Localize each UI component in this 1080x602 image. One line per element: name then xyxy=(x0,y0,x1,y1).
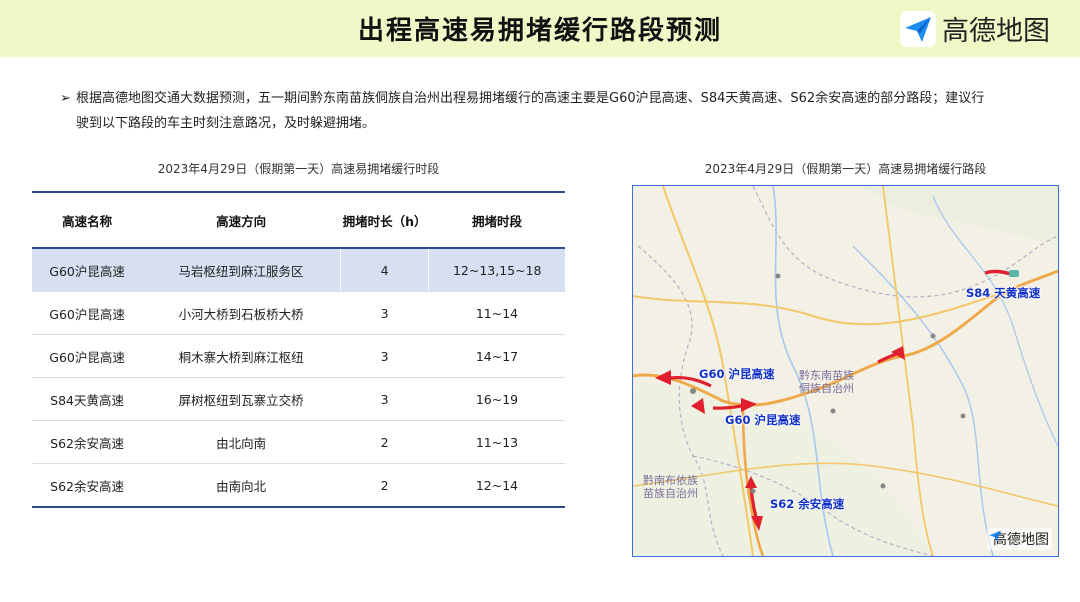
cell-hours: 2 xyxy=(340,420,429,464)
table-row: S84天黄高速 屏树枢纽到瓦寨立交桥 3 16~19 xyxy=(32,377,565,421)
cell-name: S62余安高速 xyxy=(32,420,143,464)
table-row: G60沪昆高速 小河大桥到石板桥大桥 3 11~14 xyxy=(32,291,565,335)
town-dot xyxy=(930,333,936,339)
label-s84: S84 天黄高速 xyxy=(966,286,1041,300)
intro-line-1: ➢ 根据高德地图交通大数据预测，五一期间黔东南苗族侗族自治州出程易拥堵缓行的高速主… xyxy=(60,86,1040,111)
region-name-line: 侗族自治州 xyxy=(799,382,854,395)
table-row: G60沪昆高速 桐木寨大桥到麻江枢纽 3 14~17 xyxy=(32,334,565,378)
town-dot xyxy=(830,408,836,414)
col-header-period: 拥堵时段 xyxy=(428,191,565,249)
cell-period: 12~13,15~18 xyxy=(428,248,565,292)
cell-period: 11~14 xyxy=(428,291,565,335)
cell-hours: 3 xyxy=(340,291,429,335)
cell-direction: 小河大桥到石板桥大桥 xyxy=(142,291,341,335)
col-header-name: 高速名称 xyxy=(32,191,143,249)
label-s62: S62 余安高速 xyxy=(770,497,845,511)
intro-text-1: 根据高德地图交通大数据预测，五一期间黔东南苗族侗族自治州出程易拥堵缓行的高速主要… xyxy=(76,91,985,106)
cell-direction: 由南向北 xyxy=(142,463,341,508)
table-caption: 2023年4月29日（假期第一天）高速易拥堵缓行时段 xyxy=(157,162,440,176)
table-row: G60沪昆高速 马岩枢纽到麻江服务区 4 12~13,15~18 xyxy=(32,248,565,292)
cell-hours: 2 xyxy=(340,463,429,508)
region-name-qiandongnan: 黔东南苗族 侗族自治州 xyxy=(799,369,854,395)
cell-period: 14~17 xyxy=(428,334,565,378)
header-band: 出程高速易拥堵缓行路段预测 高德地图 xyxy=(0,0,1080,57)
cell-direction: 马岩枢纽到麻江服务区 xyxy=(142,248,341,292)
cell-name: G60沪昆高速 xyxy=(32,334,143,378)
destination-marker xyxy=(1009,270,1019,277)
cell-direction: 屏树枢纽到瓦寨立交桥 xyxy=(142,377,341,421)
region-name-qiannan: 黔南布依族 苗族自治州 xyxy=(643,474,698,500)
region-name-line: 黔东南苗族 xyxy=(799,369,854,382)
town-dot xyxy=(775,273,781,279)
map-watermark: 高德地图 xyxy=(987,528,1052,550)
town-dot xyxy=(880,483,886,489)
amap-logo-icon xyxy=(900,10,936,47)
table-row: S62余安高速 由南向北 2 12~14 xyxy=(32,463,565,508)
cell-direction: 桐木寨大桥到麻江枢纽 xyxy=(142,334,341,378)
region-name-line: 黔南布依族 xyxy=(643,474,698,487)
town-dot xyxy=(960,413,966,419)
col-header-hours: 拥堵时长（h） xyxy=(340,191,429,249)
brand-logo: 高德地图 xyxy=(900,9,1050,48)
cell-hours: 3 xyxy=(340,334,429,378)
col-header-direction: 高速方向 xyxy=(142,191,341,249)
table-row: S62余安高速 由北向南 2 11~13 xyxy=(32,420,565,464)
brand-name: 高德地图 xyxy=(942,16,1050,47)
cell-period: 16~19 xyxy=(428,377,565,421)
cell-period: 11~13 xyxy=(428,420,565,464)
cell-direction: 由北向南 xyxy=(142,420,341,464)
intro-text-2: 驶到以下路段的车主时刻注意路况，及时躲避拥堵。 xyxy=(76,116,376,131)
congestion-table: 高速名称 高速方向 拥堵时长（h） 拥堵时段 G60沪昆高速 马岩枢纽到麻江服务… xyxy=(32,191,565,508)
table-header-row: 高速名称 高速方向 拥堵时长（h） 拥堵时段 xyxy=(32,191,565,249)
intro-paragraph: ➢ 根据高德地图交通大数据预测，五一期间黔东南苗族侗族自治州出程易拥堵缓行的高速主… xyxy=(60,86,1040,136)
cell-name: S62余安高速 xyxy=(32,463,143,508)
arrow-right-icon: ➢ xyxy=(60,91,71,106)
town-dot xyxy=(690,388,696,394)
cell-hours: 4 xyxy=(339,248,430,292)
label-g60-mid: G60 沪昆高速 xyxy=(725,413,801,427)
label-g60-west: G60 沪昆高速 xyxy=(699,367,775,381)
cell-name: G60沪昆高速 xyxy=(32,291,143,335)
town-dot xyxy=(750,488,756,494)
cell-name: G60沪昆高速 xyxy=(32,248,143,292)
cell-period: 12~14 xyxy=(428,463,565,508)
map-caption: 2023年4月29日（假期第一天）高速易拥堵缓行路段 xyxy=(704,162,987,176)
congestion-map[interactable]: S84 天黄高速 G60 沪昆高速 G60 沪昆高速 S62 余安高速 黔东南苗… xyxy=(632,185,1059,557)
amap-logo-icon xyxy=(989,530,1001,542)
cell-name: S84天黄高速 xyxy=(32,377,143,421)
region-name-line: 苗族自治州 xyxy=(643,487,698,500)
cell-hours: 3 xyxy=(340,377,429,421)
